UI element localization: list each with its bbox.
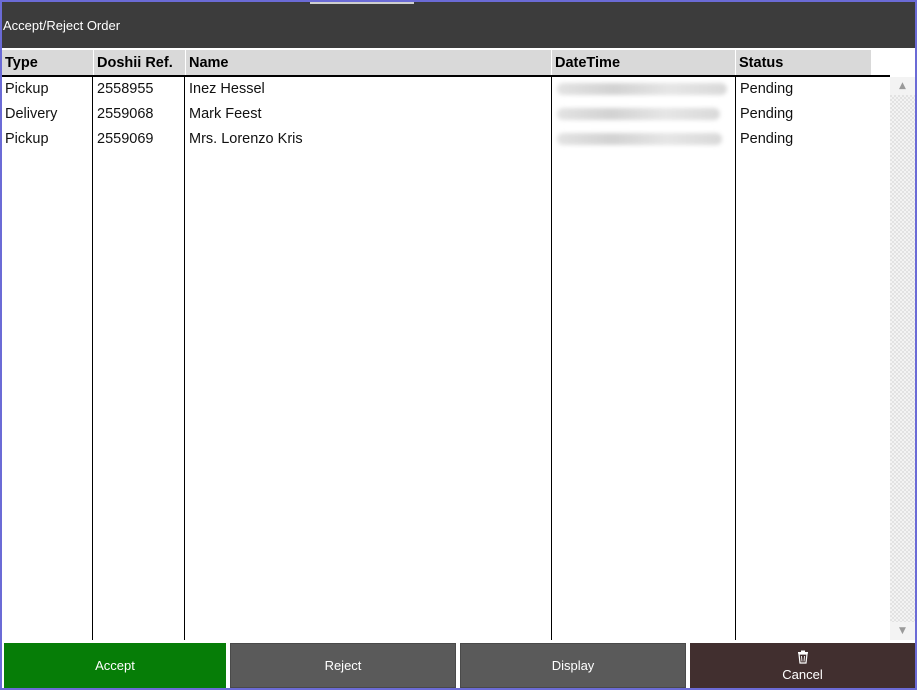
action-bar: Accept Reject Display Cancel	[2, 640, 915, 688]
column-divider	[735, 75, 736, 640]
display-button[interactable]: Display	[460, 643, 686, 688]
cell-name[interactable]: Mark Feest	[189, 102, 262, 127]
accept-reject-order-window: Accept/Reject Order Type Doshii Ref. Nam…	[0, 0, 917, 690]
cell-type[interactable]: Pickup	[5, 127, 49, 152]
cell-name[interactable]: Mrs. Lorenzo Kris	[189, 127, 303, 152]
orders-grid: Type Doshii Ref. Name DateTime Status Pi…	[2, 50, 915, 640]
column-divider	[92, 75, 93, 640]
cell-name[interactable]: Inez Hessel	[189, 77, 265, 102]
column-header-doshii-ref[interactable]: Doshii Ref.	[94, 50, 186, 75]
scroll-up-arrow-icon[interactable]: ▲	[890, 77, 915, 95]
cell-type[interactable]: Delivery	[5, 102, 57, 127]
cell-status[interactable]: Pending	[740, 102, 793, 127]
cell-datetime-redacted[interactable]	[557, 133, 722, 145]
cell-datetime-redacted[interactable]	[557, 83, 727, 95]
cell-doshii-ref[interactable]: 2559069	[97, 127, 153, 152]
vertical-scrollbar[interactable]: ▲ ▼	[890, 77, 915, 640]
cell-type[interactable]: Pickup	[5, 77, 49, 102]
trash-icon	[797, 650, 808, 664]
cell-doshii-ref[interactable]: 2559068	[97, 102, 153, 127]
accept-button[interactable]: Accept	[4, 643, 226, 688]
cancel-button[interactable]: Cancel	[690, 643, 915, 688]
window-title: Accept/Reject Order	[3, 18, 121, 33]
column-header-type[interactable]: Type	[2, 50, 94, 75]
reject-button[interactable]: Reject	[230, 643, 456, 688]
cell-status[interactable]: Pending	[740, 77, 793, 102]
column-header-datetime[interactable]: DateTime	[552, 50, 736, 75]
title-bar-accent	[310, 2, 414, 4]
title-bar: Accept/Reject Order	[2, 2, 915, 48]
display-button-label: Display	[551, 658, 595, 673]
column-divider	[551, 75, 552, 640]
scroll-down-arrow-icon[interactable]: ▼	[890, 622, 915, 640]
column-header-status[interactable]: Status	[736, 50, 872, 75]
cancel-button-label: Cancel	[782, 666, 823, 682]
header-spacer	[872, 50, 915, 75]
column-header-name[interactable]: Name	[186, 50, 552, 75]
cell-status[interactable]: Pending	[740, 127, 793, 152]
cell-doshii-ref[interactable]: 2558955	[97, 77, 153, 102]
accept-button-label: Accept	[95, 658, 135, 673]
reject-button-label: Reject	[324, 658, 362, 673]
column-divider	[184, 75, 185, 640]
cell-datetime-redacted[interactable]	[557, 108, 720, 120]
